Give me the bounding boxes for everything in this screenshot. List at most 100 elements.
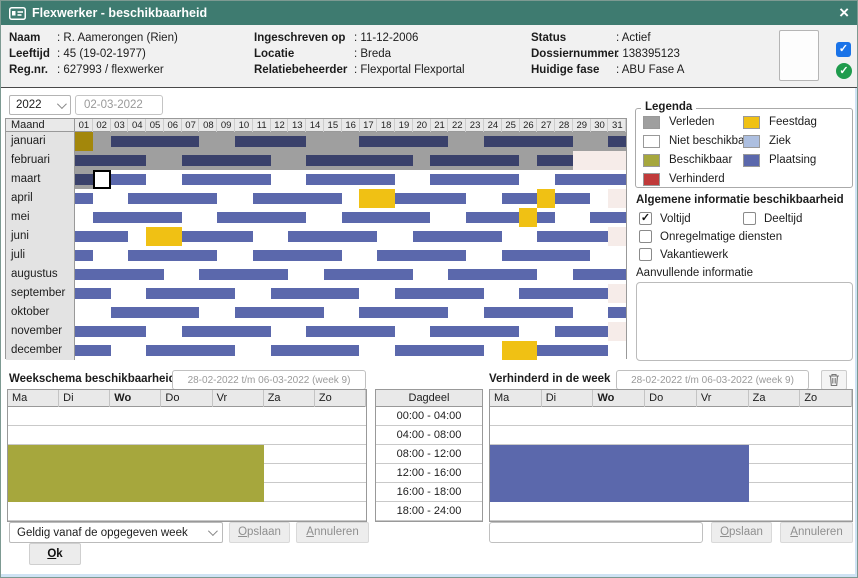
ok-button[interactable]: Ok <box>29 543 81 565</box>
week-grid-row[interactable] <box>8 407 366 426</box>
unchecked-checkbox[interactable] <box>743 212 756 225</box>
calendar-month-strip[interactable] <box>75 227 626 246</box>
calendar-month-strip[interactable] <box>75 322 626 341</box>
delete-week-button[interactable] <box>821 370 847 390</box>
plaatsing-bar <box>555 174 626 185</box>
year-select[interactable]: 2022 <box>9 95 71 115</box>
person-info-field: Ingeschreven op: 11-12-2006 <box>254 30 465 46</box>
plaatsing-bar <box>430 155 519 166</box>
beschikbaar-fill <box>8 445 264 464</box>
week-grid-row[interactable] <box>490 407 852 426</box>
plaatsing-bar <box>608 307 626 318</box>
calendar-month-strip[interactable] <box>75 284 626 303</box>
verhinderd-grid[interactable]: MaDiWoDoVrZaZo <box>489 389 853 522</box>
week-grid-row[interactable] <box>490 502 852 521</box>
calendar-month-strip[interactable] <box>75 265 626 284</box>
field-label: Status <box>531 30 616 46</box>
geldig-vanaf-dropdown[interactable]: Geldig vanaf de opgegeven week <box>9 522 223 543</box>
calendar-month-strip[interactable] <box>75 303 626 322</box>
person-info-field: Dossiernummer: 138395123 <box>531 46 684 62</box>
plaatsing-bar <box>537 345 608 356</box>
verhinderd-opslaan-button[interactable]: Opslaan <box>711 522 772 543</box>
plaatsing-bar <box>128 250 217 261</box>
calendar-month-label: juni <box>6 227 75 246</box>
calendar-month-row: oktober <box>6 303 626 322</box>
year-select-value: 2022 <box>16 99 42 111</box>
title-bar: Flexwerker - beschikbaarheid × <box>1 1 857 25</box>
calendar-month-strip[interactable] <box>75 132 626 151</box>
field-value: : Actief <box>616 30 651 46</box>
verhinderd-swatch <box>643 173 660 186</box>
nonexistent-days-segment <box>608 284 626 303</box>
calendar-day-header-cell: 06 <box>164 119 182 132</box>
calendar-month-strip[interactable] <box>75 189 626 208</box>
week-grid-row[interactable] <box>490 483 852 502</box>
calendar-month-strip[interactable] <box>75 246 626 265</box>
week-grid-day-header: Di <box>542 390 594 407</box>
plaatsing-bar <box>502 250 591 261</box>
aanvullende-informatie-textarea[interactable] <box>636 282 853 361</box>
unchecked-checkbox[interactable] <box>639 230 652 243</box>
person-info-field: Naam: R. Aamerongen (Rien) <box>9 30 178 46</box>
calendar-day-header-cell: 15 <box>324 119 342 132</box>
person-info-field: Status: Actief <box>531 30 684 46</box>
unchecked-checkbox[interactable] <box>639 248 652 261</box>
verhinderd-annuleren-button[interactable]: Annuleren <box>780 522 853 543</box>
calendar-day-header-cell: 02 <box>93 119 111 132</box>
week-grid-day-header: Do <box>645 390 697 407</box>
feestdag-segment <box>146 227 182 246</box>
verhinderd-reason-input[interactable] <box>489 522 703 543</box>
date-input[interactable]: 02-03-2022 <box>75 95 163 115</box>
calendar-month-strip[interactable] <box>75 208 626 227</box>
week-grid-row[interactable] <box>8 502 366 521</box>
week-grid-row[interactable] <box>490 445 852 464</box>
calendar-month-strip[interactable] <box>75 151 626 170</box>
plaatsing-bar <box>590 212 626 223</box>
weekschema-range-input[interactable]: 28-02-2022 t/m 06-03-2022 (week 9) <box>172 370 366 390</box>
feestdag-segment <box>537 189 555 208</box>
calendar-month-strip[interactable] <box>75 170 626 189</box>
field-value: : Breda <box>354 46 391 62</box>
field-value: : Flexportal Flexportal <box>354 62 465 78</box>
weekschema-annuleren-button[interactable]: Annuleren <box>296 522 369 543</box>
plaatsing-bar <box>182 174 271 185</box>
verhinderd-range-input[interactable]: 28-02-2022 t/m 06-03-2022 (week 9) <box>616 370 809 390</box>
plaatsing-bar <box>555 326 608 337</box>
calendar-day-header-cell: 18 <box>377 119 395 132</box>
calendar-day-header-cell: 27 <box>537 119 555 132</box>
plaatsing-bar <box>413 231 502 242</box>
week-grid-row[interactable] <box>490 464 852 483</box>
checked-checkbox[interactable]: ✓ <box>639 212 652 225</box>
week-grid-row[interactable] <box>8 426 366 445</box>
week-grid-row[interactable] <box>8 445 366 464</box>
calendar-day-header-cell: 29 <box>573 119 591 132</box>
checkbox-row: Deeltijd <box>743 211 802 226</box>
weekschema-grid[interactable]: MaDiWoDoVrZaZo <box>7 389 367 522</box>
plaatsing-bar <box>75 250 93 261</box>
calendar-month-label: februari <box>6 151 75 170</box>
plaatsing-bar <box>466 212 519 223</box>
plaatsing-bar <box>342 212 431 223</box>
field-label: Ingeschreven op <box>254 30 354 46</box>
photo-placeholder <box>779 30 819 81</box>
trash-icon <box>828 373 840 387</box>
legend-item: Verhinderd <box>643 171 725 187</box>
weekschema-opslaan-button[interactable]: Opslaan <box>229 522 290 543</box>
calendar-month-strip[interactable] <box>75 341 626 360</box>
person-info-col-1: Naam: R. Aamerongen (Rien)Leeftijd: 45 (… <box>9 30 178 78</box>
legend-item-label: Verleden <box>669 116 714 128</box>
calendar-day-header-cell: 01 <box>75 119 93 132</box>
week-grid-row[interactable] <box>490 426 852 445</box>
plaatsing-bar <box>182 155 271 166</box>
plaatsing-bar <box>271 345 360 356</box>
week-grid-row[interactable] <box>8 483 366 502</box>
week-grid-day-header: Wo <box>593 390 645 407</box>
calendar-day-header-cell: 30 <box>591 119 609 132</box>
plaatsing-bar <box>253 250 342 261</box>
dagdeel-slot: 18:00 - 24:00 <box>376 502 482 521</box>
calendar-month-row: november <box>6 322 626 341</box>
week-grid-row[interactable] <box>8 464 366 483</box>
close-button[interactable]: × <box>839 3 849 23</box>
blue-checkbox-indicator[interactable]: ✓ <box>836 42 851 57</box>
calendar-day-header-cell: 13 <box>288 119 306 132</box>
